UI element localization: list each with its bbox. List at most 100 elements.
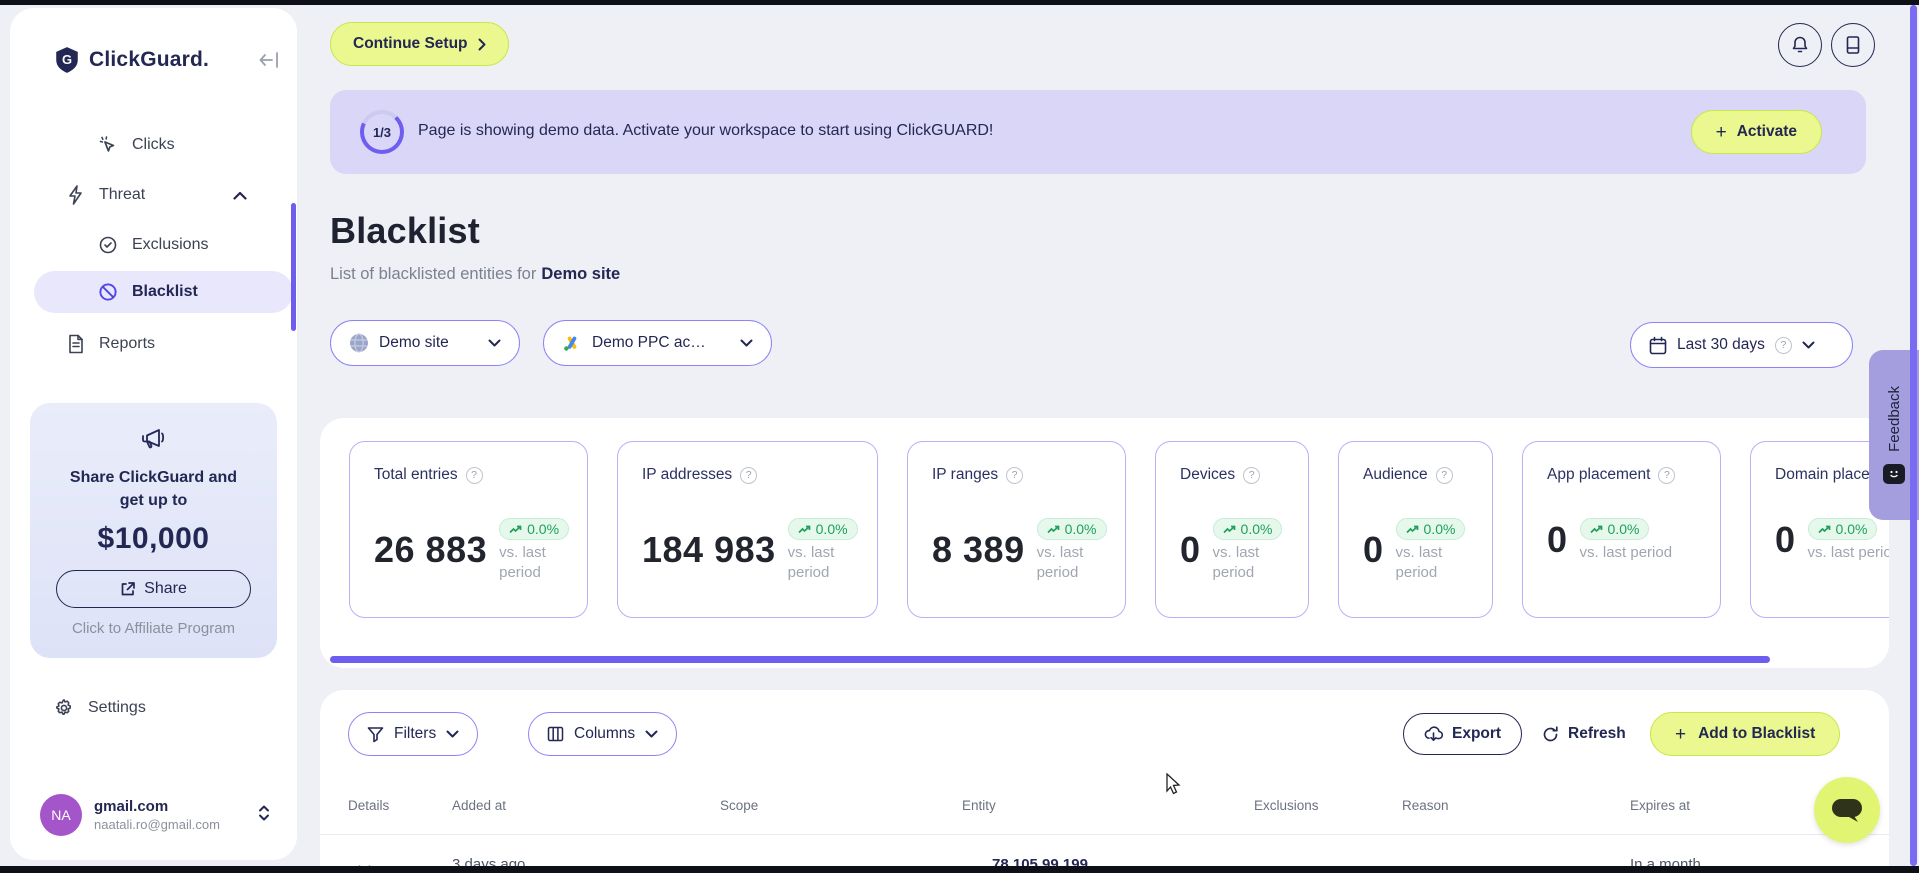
stat-vs-label: vs. last period [787, 544, 835, 581]
trend-up-icon [1589, 525, 1602, 533]
sidebar: G ClickGuard. Clicks Threat Exclusions B… [10, 8, 297, 860]
page-scrollbar[interactable] [1910, 5, 1917, 866]
sidebar-scrollbar[interactable] [291, 203, 296, 331]
column-header-expires-at[interactable]: Expires at [1630, 798, 1690, 813]
stat-vs-label: vs. last period [499, 544, 546, 581]
trend-up-icon [1817, 525, 1830, 533]
column-header-exclusions[interactable]: Exclusions [1254, 798, 1319, 813]
site-selector[interactable]: Demo site [330, 320, 520, 366]
sidebar-item-clicks[interactable]: Clicks [10, 132, 297, 158]
trend-up-icon [1405, 525, 1418, 533]
refresh-icon [1542, 725, 1559, 743]
add-to-blacklist-label: Add to Blacklist [1698, 725, 1816, 742]
sidebar-item-exclusions[interactable]: Exclusions [10, 232, 297, 258]
subtitle-target: Demo site [541, 265, 621, 283]
help-icon[interactable]: ? [1435, 466, 1453, 484]
stat-card-audience: Audience? 0 0.0% vs. last period [1338, 441, 1493, 618]
stat-value: 0 [1180, 529, 1201, 570]
top-edge-bar [0, 0, 1919, 5]
megaphone-icon [139, 425, 169, 451]
subtitle-prefix: List of blacklisted entities for [330, 265, 537, 283]
external-link-icon [120, 581, 136, 597]
stat-value: 8 389 [932, 529, 1025, 570]
trend-badge: 0.0% [1807, 518, 1878, 540]
page-title: Blacklist [330, 210, 480, 251]
refresh-label: Refresh [1568, 725, 1626, 742]
stat-value: 26 883 [374, 529, 488, 570]
calendar-icon [1649, 336, 1667, 355]
column-header-details[interactable]: Details [348, 798, 389, 813]
columns-button[interactable]: Columns [528, 712, 678, 756]
help-icon[interactable]: ? [1006, 466, 1024, 484]
trend-badge: 0.0% [1212, 518, 1283, 540]
filters-button[interactable]: Filters [348, 712, 479, 756]
gear-icon [54, 698, 74, 718]
help-icon[interactable]: ? [465, 466, 483, 484]
plus-icon: + [1715, 121, 1727, 143]
google-ads-icon [562, 334, 582, 353]
docs-button[interactable] [1831, 23, 1875, 67]
ppc-account-selector[interactable]: Demo PPC ac… [543, 320, 772, 366]
trend-up-icon [798, 525, 810, 533]
date-range-value: Last 30 days [1677, 336, 1765, 353]
sidebar-item-label: Reports [99, 335, 156, 352]
column-header-entity[interactable]: Entity [962, 798, 996, 813]
continue-setup-button[interactable]: Continue Setup [330, 22, 509, 66]
chat-smile-icon [1883, 463, 1905, 484]
add-to-blacklist-button[interactable]: + Add to Blacklist [1650, 712, 1841, 756]
column-header-reason[interactable]: Reason [1402, 798, 1449, 813]
column-header-scope[interactable]: Scope [720, 798, 758, 813]
speech-bubble-icon [1830, 796, 1864, 824]
feedback-label: Feedback [1885, 386, 1903, 452]
trend-value: 0.0% [527, 521, 560, 537]
stats-panel: Total entries? 26 883 0.0% vs. last peri… [320, 418, 1889, 668]
columns-icon [547, 726, 564, 742]
affiliate-caption: Click to Affiliate Program [71, 620, 236, 638]
account-email: naatali.ro@gmail.com [94, 817, 220, 832]
column-header-added-at[interactable]: Added at [452, 798, 506, 813]
trend-value: 0.0% [815, 521, 848, 537]
stat-label: Total entries [374, 466, 458, 483]
help-icon[interactable]: ? [1658, 466, 1676, 484]
date-range-selector[interactable]: Last 30 days ? [1630, 322, 1853, 368]
stat-value: 184 983 [642, 529, 776, 570]
trend-badge: 0.0% [1395, 518, 1466, 540]
share-amount: $10,000 [97, 522, 210, 556]
badge-check-icon [98, 235, 118, 255]
lightning-icon [67, 185, 85, 205]
trend-up-icon [509, 525, 522, 533]
activate-button[interactable]: + Activate [1690, 110, 1822, 154]
sidebar-item-label: Clicks [132, 136, 175, 153]
affiliate-share-card[interactable]: Share ClickGuard and get up to $10,000 S… [30, 403, 277, 658]
cursor-click-icon [98, 135, 118, 155]
stat-card-app-placement: App placement? 0 0.0% vs. last period [1522, 441, 1721, 618]
stats-horizontal-scrollbar[interactable] [330, 656, 1770, 663]
stat-vs-label: vs. last period [1212, 544, 1260, 581]
blacklist-table-panel: Filters Columns Export Refresh + Add to … [320, 690, 1889, 873]
stat-vs-label: vs. last period [1807, 544, 1889, 561]
share-button[interactable]: Share [56, 570, 251, 609]
stat-card-total-entries: Total entries? 26 883 0.0% vs. last peri… [349, 441, 588, 618]
refresh-button[interactable]: Refresh [1542, 713, 1626, 755]
export-button[interactable]: Export [1403, 713, 1523, 755]
stat-label: Audience [1363, 466, 1428, 483]
funnel-icon [367, 726, 384, 743]
chat-launcher-button[interactable] [1814, 777, 1880, 843]
clickguard-logo-icon: G [54, 46, 80, 74]
notifications-button[interactable] [1778, 23, 1822, 67]
banner-message: Page is showing demo data. Activate your… [418, 122, 994, 139]
collapse-sidebar-icon[interactable] [259, 51, 279, 69]
demo-data-banner: 1/3 Page is showing demo data. Activate … [330, 90, 1866, 174]
stat-label: App placement [1547, 466, 1651, 483]
settings-label: Settings [88, 699, 146, 716]
sidebar-item-blacklist[interactable]: Blacklist [34, 271, 293, 313]
account-switcher[interactable]: NA gmail.com naatali.ro@gmail.com [40, 794, 270, 836]
brand-row: G ClickGuard. [54, 46, 279, 74]
account-name: gmail.com [94, 798, 169, 815]
help-icon[interactable]: ? [1243, 466, 1261, 484]
sidebar-item-reports[interactable]: Reports [10, 330, 297, 358]
help-icon[interactable]: ? [740, 466, 758, 484]
stat-card-ip-addresses: IP addresses? 184 983 0.0% vs. last peri… [617, 441, 878, 618]
sidebar-item-settings[interactable]: Settings [54, 698, 146, 718]
sidebar-item-threat[interactable]: Threat [10, 182, 297, 208]
